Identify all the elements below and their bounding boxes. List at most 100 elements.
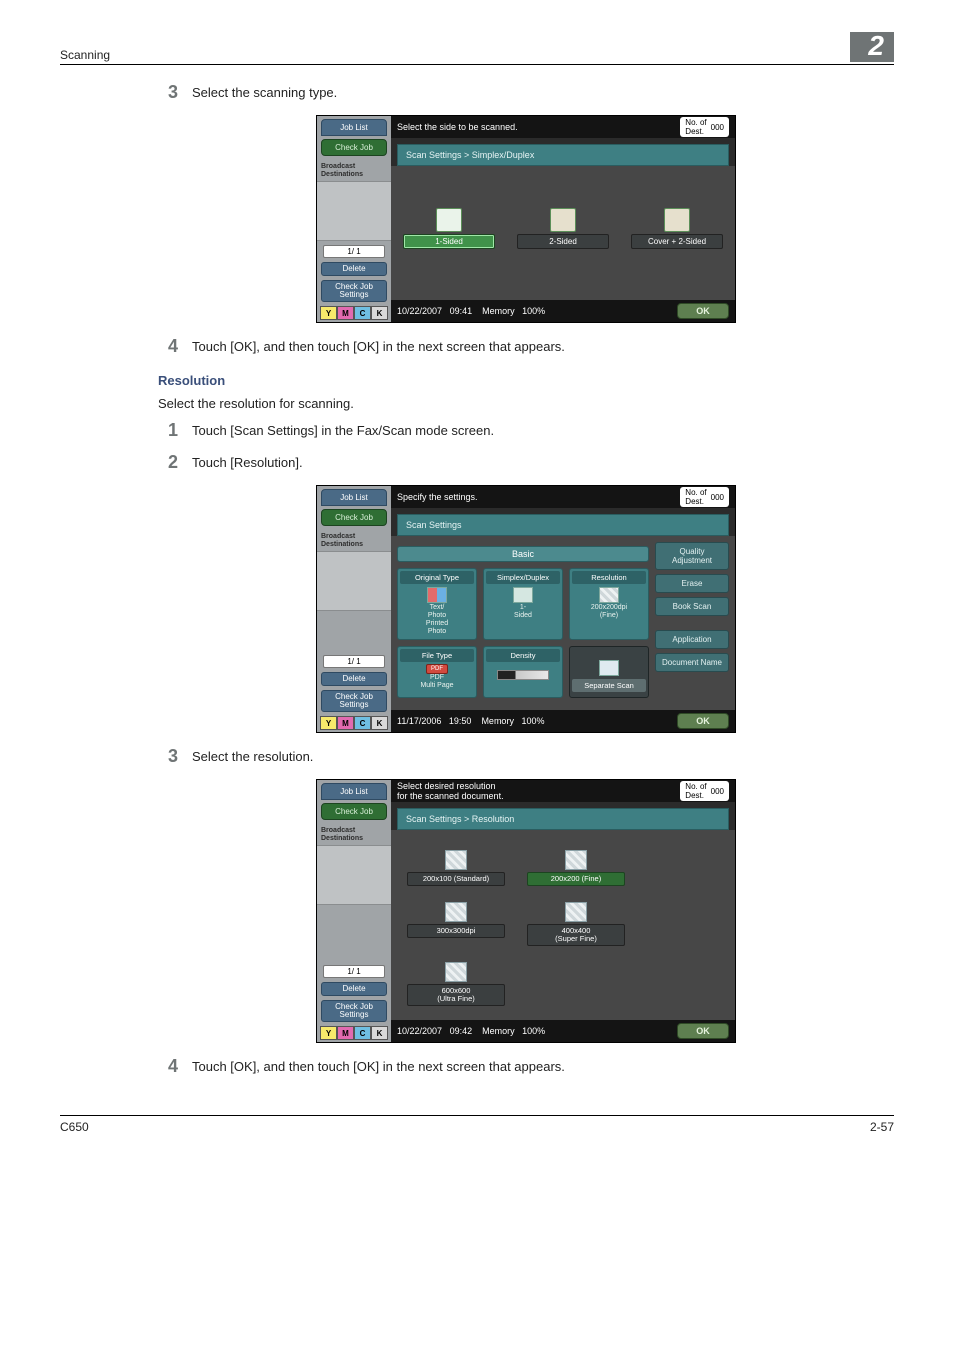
ok-button[interactable]: OK xyxy=(677,713,729,729)
resolution-option-600x600[interactable]: 600x600 (Ultra Fine) xyxy=(407,962,505,1006)
toner-levels: Y M C K xyxy=(320,306,388,320)
quality-adjustment-button[interactable]: Quality Adjustment xyxy=(655,542,729,570)
breadcrumb: Scan Settings > Simplex/Duplex xyxy=(397,144,729,166)
panel-title: Specify the settings. xyxy=(397,492,478,502)
toner-c-icon: C xyxy=(354,1026,371,1040)
toner-m-icon: M xyxy=(337,1026,354,1040)
resolution-icon xyxy=(445,850,467,870)
option-label: 1-Sided xyxy=(403,234,495,249)
check-job-button[interactable]: Check Job xyxy=(321,139,387,156)
status-date: 10/22/2007 09:42 xyxy=(397,1026,472,1036)
separate-scan-icon xyxy=(599,660,619,676)
step-number: 1 xyxy=(158,421,178,439)
tile-head: Resolution xyxy=(572,571,646,584)
status-memory: Memory 100% xyxy=(481,716,544,726)
option-label: 200x200 (Fine) xyxy=(527,872,625,886)
step-text: Select the scanning type. xyxy=(192,83,337,101)
pager: 1/ 1 xyxy=(323,655,385,668)
step-text: Touch [Scan Settings] in the Fax/Scan mo… xyxy=(192,421,494,439)
destinations-list-area xyxy=(317,845,391,905)
tile-sub: 1- Sided xyxy=(514,604,532,620)
tile-head: File Type xyxy=(400,649,474,662)
application-button[interactable]: Application xyxy=(655,630,729,649)
tile-resolution[interactable]: Resolution 200x200dpi (Fine) xyxy=(569,568,649,640)
resolution-option-200x200[interactable]: 200x200 (Fine) xyxy=(527,850,625,886)
panel-title: Select desired resolution for the scanne… xyxy=(397,781,504,801)
resolution-option-400x400[interactable]: 400x400 (Super Fine) xyxy=(527,902,625,946)
pager: 1/ 1 xyxy=(323,245,385,258)
check-job-settings-button[interactable]: Check Job Settings xyxy=(321,1000,387,1022)
check-job-button[interactable]: Check Job xyxy=(321,509,387,526)
delete-button[interactable]: Delete xyxy=(321,982,387,996)
page-footer-left: C650 xyxy=(60,1120,89,1134)
option-cover-2-sided[interactable]: Cover + 2-Sided xyxy=(631,208,723,249)
ok-button[interactable]: OK xyxy=(677,303,729,319)
ok-button[interactable]: OK xyxy=(677,1023,729,1039)
delete-button[interactable]: Delete xyxy=(321,672,387,686)
option-2-sided[interactable]: 2-Sided xyxy=(517,208,609,249)
tile-separate-scan[interactable]: Separate Scan xyxy=(569,646,649,698)
resolution-icon xyxy=(445,962,467,982)
tile-original-type[interactable]: Original Type Text/ Photo Printed Photo xyxy=(397,568,477,640)
option-label: 2-Sided xyxy=(517,234,609,249)
toner-k-icon: K xyxy=(371,306,388,320)
delete-button[interactable]: Delete xyxy=(321,262,387,276)
basic-tab[interactable]: Basic xyxy=(397,546,649,562)
pdf-badge-icon: PDF xyxy=(426,664,448,674)
pager: 1/ 1 xyxy=(323,965,385,978)
option-label: 600x600 (Ultra Fine) xyxy=(407,984,505,1006)
resolution-intro: Select the resolution for scanning. xyxy=(158,396,894,411)
step-number: 4 xyxy=(158,337,178,355)
page-cover-icon xyxy=(664,208,690,232)
density-bar-icon xyxy=(497,670,549,680)
check-job-button[interactable]: Check Job xyxy=(321,803,387,820)
screenshot-scan-settings: Job List Check Job Broadcast Destination… xyxy=(316,485,736,733)
option-label: 300x300dpi xyxy=(407,924,505,938)
tile-sub: 200x200dpi (Fine) xyxy=(591,604,627,620)
breadcrumb: Scan Settings xyxy=(397,514,729,536)
toner-levels: Y M C K xyxy=(320,1026,388,1040)
job-list-button[interactable]: Job List xyxy=(321,489,387,506)
tile-sub: Text/ Photo Printed Photo xyxy=(426,604,448,636)
erase-button[interactable]: Erase xyxy=(655,574,729,593)
simplex-icon xyxy=(513,587,533,603)
toner-levels: Y M C K xyxy=(320,716,388,730)
book-scan-button[interactable]: Book Scan xyxy=(655,597,729,616)
toner-m-icon: M xyxy=(337,306,354,320)
step-text: Select the resolution. xyxy=(192,747,313,765)
status-memory: Memory 100% xyxy=(482,1026,545,1036)
tile-head: Density xyxy=(486,649,560,662)
destinations-list-area xyxy=(317,181,391,241)
status-memory: Memory 100% xyxy=(482,306,545,316)
tile-head: Separate Scan xyxy=(572,679,646,692)
tile-file-type[interactable]: File Type PDF PDF Multi Page xyxy=(397,646,477,698)
tile-simplex-duplex[interactable]: Simplex/Duplex 1- Sided xyxy=(483,568,563,640)
step-number: 3 xyxy=(158,83,178,101)
check-job-settings-button[interactable]: Check Job Settings xyxy=(321,690,387,712)
job-list-button[interactable]: Job List xyxy=(321,119,387,136)
resolution-icon xyxy=(565,850,587,870)
step-text: Touch [Resolution]. xyxy=(192,453,303,471)
tile-sub: PDF Multi Page xyxy=(420,674,453,690)
job-list-button[interactable]: Job List xyxy=(321,783,387,800)
document-name-button[interactable]: Document Name xyxy=(655,653,729,672)
step-number: 2 xyxy=(158,453,178,471)
option-label: Cover + 2-Sided xyxy=(631,234,723,249)
broadcast-destinations-label: Broadcast Destinations xyxy=(317,827,391,843)
resolution-icon xyxy=(599,587,619,603)
resolution-option-300x300[interactable]: 300x300dpi xyxy=(407,902,505,946)
toner-m-icon: M xyxy=(337,716,354,730)
resolution-icon xyxy=(565,902,587,922)
broadcast-destinations-label: Broadcast Destinations xyxy=(317,163,391,179)
check-job-settings-button[interactable]: Check Job Settings xyxy=(321,280,387,302)
tile-density[interactable]: Density xyxy=(483,646,563,698)
toner-k-icon: K xyxy=(371,716,388,730)
toner-c-icon: C xyxy=(354,716,371,730)
resolution-option-200x100[interactable]: 200x100 (Standard) xyxy=(407,850,505,886)
page-header-left: Scanning xyxy=(60,48,110,62)
broadcast-destinations-label: Broadcast Destinations xyxy=(317,533,391,549)
page-double-icon xyxy=(550,208,576,232)
step-text: Touch [OK], and then touch [OK] in the n… xyxy=(192,1057,565,1075)
resolution-heading: Resolution xyxy=(158,373,894,388)
option-1-sided[interactable]: 1-Sided xyxy=(403,208,495,249)
